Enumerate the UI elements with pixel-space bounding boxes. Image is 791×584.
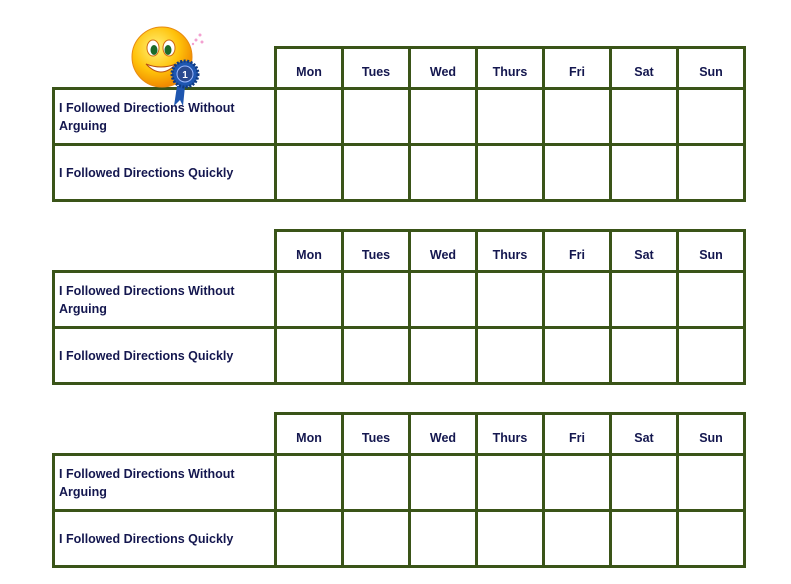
checkbox-cell[interactable] [542,326,612,385]
header-row: Mon Tues Wed Thurs Fri Sat Sun [53,412,746,456]
checkbox-cell[interactable] [676,87,746,146]
day-header: Wed [408,412,478,456]
checkbox-cell[interactable] [341,509,411,568]
checkbox-cell[interactable] [341,326,411,385]
table-row: I Followed Directions Quickly [52,143,746,202]
checkbox-cell[interactable] [475,326,545,385]
table-row: I Followed Directions Without Arguing [52,270,746,329]
checkbox-cell[interactable] [274,270,344,329]
checkbox-cell[interactable] [676,509,746,568]
checkbox-cell[interactable] [341,453,411,512]
checkbox-cell[interactable] [475,453,545,512]
smiley-with-ribbon-icon: 1 [131,26,204,106]
checkbox-cell[interactable] [676,453,746,512]
checkbox-cell[interactable] [542,87,612,146]
table-row: I Followed Directions Quickly [52,326,746,385]
checkbox-cell[interactable] [408,143,478,202]
day-header: Sun [676,229,746,273]
checkbox-cell[interactable] [274,87,344,146]
day-header: Thurs [475,412,545,456]
day-header: Tues [341,412,411,456]
checkbox-cell[interactable] [408,326,478,385]
checkbox-cell[interactable] [609,143,679,202]
day-header: Mon [274,46,344,90]
checkbox-cell[interactable] [475,509,545,568]
day-header: Fri [542,229,612,273]
checkbox-cell[interactable] [609,270,679,329]
checkbox-cell[interactable] [341,87,411,146]
day-header: Fri [542,46,612,90]
table-row: I Followed Directions Without Arguing [52,453,746,512]
day-header: Sun [676,412,746,456]
day-header: Sat [609,46,679,90]
checkbox-cell[interactable] [542,509,612,568]
behavior-chart-table: Mon Tues Wed Thurs Fri Sat Sun I Followed Direc… [52,412,746,568]
checkbox-cell[interactable] [274,143,344,202]
checkbox-cell[interactable] [475,143,545,202]
table-row: I Followed Directions Quickly [52,509,746,568]
day-header: Mon [274,412,344,456]
checkbox-cell[interactable] [475,87,545,146]
checkbox-cell[interactable] [676,326,746,385]
day-header: Sat [609,412,679,456]
day-header: Thurs [475,229,545,273]
behavior-label: I Followed Directions Without Arguing [52,453,277,512]
checkbox-cell[interactable] [609,87,679,146]
checkbox-cell[interactable] [274,509,344,568]
checkbox-cell[interactable] [274,326,344,385]
day-header: Fri [542,412,612,456]
checkbox-cell[interactable] [408,270,478,329]
blank-corner-cell [53,413,276,456]
checkbox-cell[interactable] [408,87,478,146]
checkbox-cell[interactable] [542,143,612,202]
ribbon-number: 1 [182,70,188,81]
checkbox-cell[interactable] [676,143,746,202]
checkbox-cell[interactable] [609,326,679,385]
day-header: Sun [676,46,746,90]
behavior-label: I Followed Directions Without Arguing [52,270,277,329]
behavior-chart-table: Mon Tues Wed Thurs Fri Sat Sun I Followed Direc… [52,229,746,385]
checkbox-cell[interactable] [408,453,478,512]
checkbox-cell[interactable] [274,453,344,512]
day-header: Wed [408,229,478,273]
day-header: Thurs [475,46,545,90]
checkbox-cell[interactable] [408,509,478,568]
checkbox-cell[interactable] [341,270,411,329]
behavior-label: I Followed Directions Quickly [52,143,277,202]
behavior-label: I Followed Directions Quickly [52,326,277,385]
checkbox-cell[interactable] [609,509,679,568]
blank-corner-cell [53,230,276,273]
checkbox-cell[interactable] [341,143,411,202]
checkbox-cell[interactable] [475,270,545,329]
day-header: Sat [609,229,679,273]
header-row: Mon Tues Wed Thurs Fri Sat Sun [53,229,746,273]
checkbox-cell[interactable] [676,270,746,329]
day-header: Tues [341,229,411,273]
checkbox-cell[interactable] [542,453,612,512]
day-header: Tues [341,46,411,90]
checkbox-cell[interactable] [609,453,679,512]
day-header: Wed [408,46,478,90]
day-header: Mon [274,229,344,273]
checkbox-cell[interactable] [542,270,612,329]
behavior-label: I Followed Directions Quickly [52,509,277,568]
